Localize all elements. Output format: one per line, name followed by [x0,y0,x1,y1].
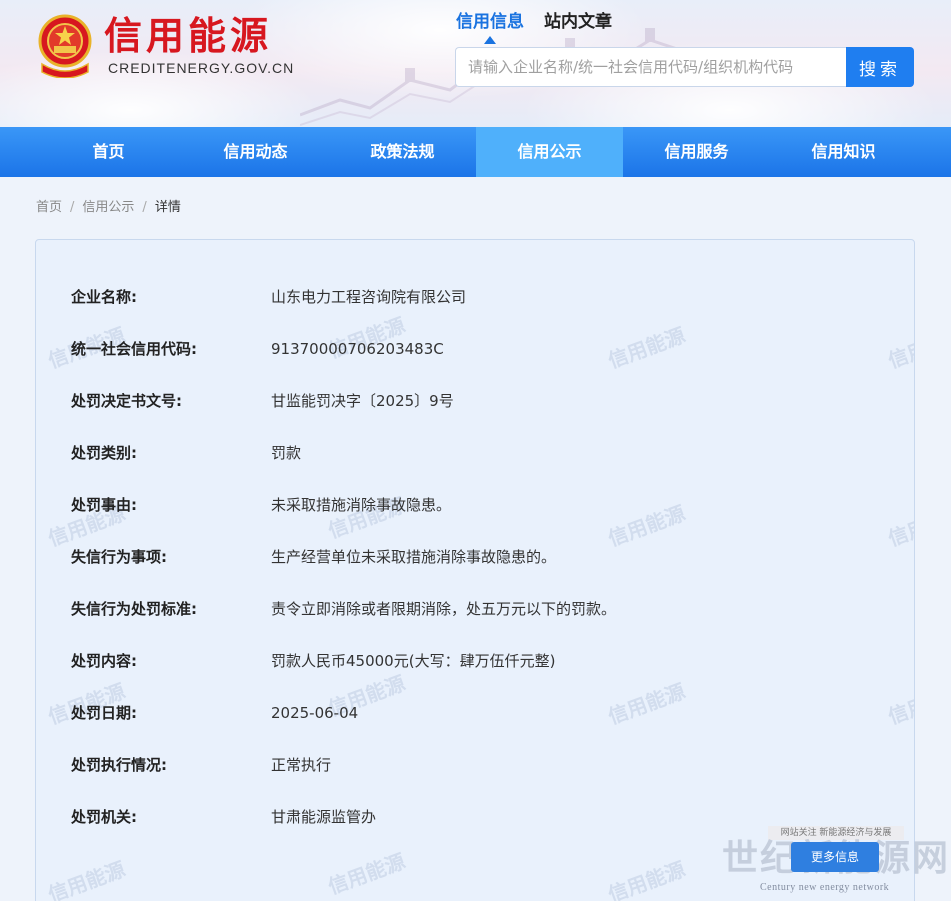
breadcrumb-separator: / [70,200,75,215]
tab-credit-info[interactable]: 信用信息 [456,10,524,44]
detail-label: 处罚事由: [71,496,137,514]
detail-value: 甘监能罚决字〔2025〕9号 [271,392,454,410]
detail-value: 罚款 [271,444,302,462]
detail-label: 统一社会信用代码: [71,340,197,358]
corner-subtitle: Century new energy network [760,882,890,893]
detail-value: 91370000706203483C [271,340,444,358]
top-tabs: 信用信息 站内文章 [456,10,612,44]
nav-item-credit-services[interactable]: 信用服务 [623,127,770,177]
detail-value: 生产经营单位未采取措施消除事故隐患的。 [271,548,557,566]
breadcrumb-home[interactable]: 首页 [36,199,62,217]
site-header: 信用能源 CREDITENERGY.GOV.CN 信用信息 站内文章 搜索 [0,0,951,127]
detail-label: 处罚机关: [71,808,137,826]
detail-label: 处罚类别: [71,444,137,462]
detail-label: 处罚日期: [71,704,137,722]
breadcrumb-separator: / [142,200,147,215]
nav-item-credit-publicity[interactable]: 信用公示 [476,127,623,177]
watermark: 信用能源 [604,856,689,901]
search-input[interactable] [455,47,847,87]
watermark: 信用能源 [324,848,409,899]
nav-item-credit-news[interactable]: 信用动态 [182,127,329,177]
watermark: 信用能源 [884,678,915,729]
detail-value: 2025-06-04 [271,704,359,722]
watermark: 信用能源 [604,500,689,551]
watermark: 信用能源 [604,678,689,729]
watermark: 信用能源 [884,322,915,373]
detail-card: 信用能源 信用能源 信用能源 信用能源 信用能源 信用能源 信用能源 信用能源 … [35,239,915,901]
detail-value: 山东电力工程咨询院有限公司 [271,288,467,306]
nav-item-credit-knowledge[interactable]: 信用知识 [770,127,917,177]
detail-value: 未采取措施消除事故隐患。 [271,496,452,514]
detail-value: 责令立即消除或者限期消除，处五万元以下的罚款。 [271,600,617,618]
main-nav: 首页 信用动态 政策法规 信用公示 信用服务 信用知识 [0,127,951,177]
watermark: 信用能源 [884,500,915,551]
national-emblem-icon[interactable] [36,14,94,78]
tab-site-articles[interactable]: 站内文章 [544,10,612,34]
detail-value: 罚款人民币45000元(大写：肆万伍仟元整) [271,652,556,670]
detail-label: 失信行为事项: [71,548,167,566]
detail-label: 失信行为处罚标准: [71,600,197,618]
nav-item-home[interactable]: 首页 [35,127,182,177]
search-button[interactable]: 搜索 [846,47,914,87]
site-domain: CREDITENERGY.GOV.CN [108,60,295,76]
breadcrumb-credit-publicity[interactable]: 信用公示 [82,199,134,217]
more-info-button[interactable]: 更多信息 [791,842,879,872]
detail-label: 企业名称: [71,288,137,306]
detail-value: 正常执行 [271,756,332,774]
detail-label: 处罚执行情况: [71,756,167,774]
breadcrumb: 首页 / 信用公示 / 详情 [36,199,181,217]
detail-value: 甘肃能源监管办 [271,808,377,826]
watermark: 信用能源 [604,322,689,373]
nav-item-policies[interactable]: 政策法规 [329,127,476,177]
watermark: 信用能源 [44,856,129,901]
detail-label: 处罚内容: [71,652,137,670]
detail-label: 处罚决定书文号: [71,392,182,410]
site-name[interactable]: 信用能源 [104,12,272,60]
breadcrumb-current: 详情 [154,200,181,215]
